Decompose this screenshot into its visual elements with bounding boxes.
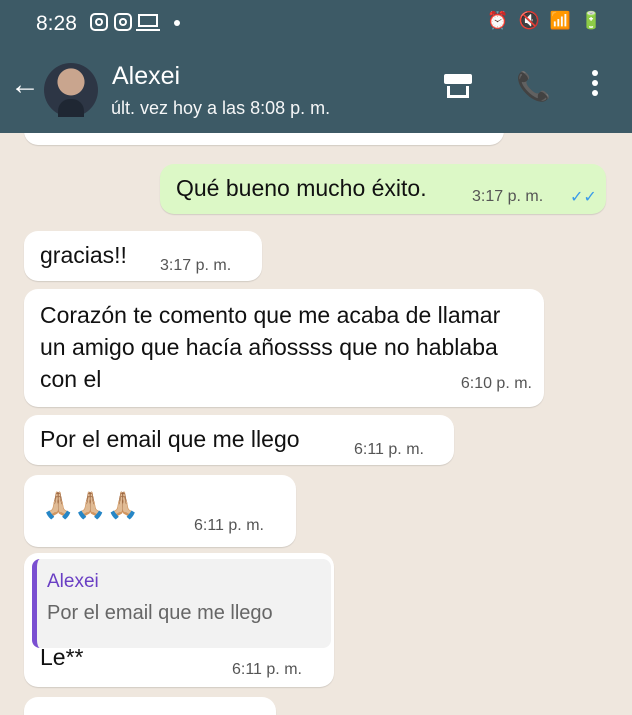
message-bubble-incoming[interactable]: 🙏🏼🙏🏼🙏🏼 6:11 p. m. (24, 475, 296, 547)
message-bubble-incoming[interactable]: gracias!! 3:17 p. m. (24, 231, 262, 281)
status-time: 8:28 (36, 12, 77, 35)
emoji-text: 🙏🏼🙏🏼🙏🏼 (42, 490, 140, 520)
read-receipt-icon: ✓✓ (570, 189, 597, 206)
instagram-icon (114, 13, 132, 31)
avatar[interactable] (44, 63, 98, 117)
contact-name[interactable]: Alexei (112, 62, 180, 91)
message-bubble-outgoing[interactable]: Qué bueno mucho éxito. 3:17 p. m. ✓✓ (160, 164, 606, 214)
chat-area[interactable]: Qué bueno mucho éxito. 3:17 p. m. ✓✓ gra… (0, 133, 632, 715)
system-icons: ⏰ 🔇 📶 🔋 (487, 11, 602, 31)
last-seen-status: últ. vez hoy a las 8:08 p. m. (111, 98, 331, 118)
message-bubble-incoming[interactable]: Por el email que me llego 6:11 p. m. (24, 415, 454, 465)
chat-header: ← Alexei últ. vez hoy a las 8:08 p. m. 📞 (0, 46, 632, 133)
message-bubble-incoming[interactable]: Corazón te comento que me acaba de llama… (24, 289, 544, 407)
partial-message (24, 697, 276, 715)
laptop-icon (136, 14, 160, 31)
more-vert-icon[interactable] (592, 70, 600, 100)
instagram-icon (90, 13, 108, 31)
status-bar: 8:28 ⏰ 🔇 📶 🔋 (0, 0, 632, 46)
add-call-icon[interactable]: 📞 (516, 70, 551, 103)
store-icon[interactable] (444, 74, 472, 100)
alarm-icon: ⏰ (487, 11, 509, 30)
notification-icons (90, 10, 180, 31)
dot-icon (174, 20, 180, 26)
wifi-icon: 📶 (549, 11, 571, 30)
quoted-reply[interactable]: Alexei Por el email que me llego (32, 559, 331, 648)
mute-icon: 🔇 (518, 11, 540, 30)
battery-icon: 🔋 (580, 11, 602, 30)
message-bubble-incoming[interactable]: Alexei Por el email que me llego Le** 6:… (24, 553, 334, 687)
back-arrow-icon[interactable]: ← (10, 70, 40, 100)
partial-message (24, 133, 504, 145)
